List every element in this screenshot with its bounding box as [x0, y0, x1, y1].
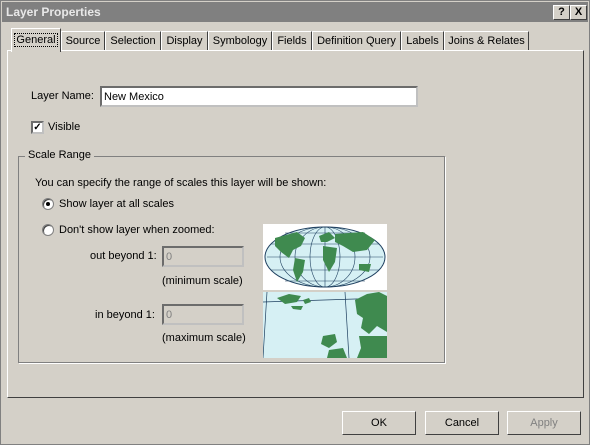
tab-joins-relates[interactable]: Joins & Relates [444, 31, 529, 51]
visible-label: Visible [48, 121, 81, 133]
tab-definition-query[interactable]: Definition Query [312, 31, 401, 51]
tab-labels[interactable]: Labels [401, 31, 444, 51]
tab-display[interactable]: Display [161, 31, 208, 51]
maximum-scale-input[interactable] [162, 304, 244, 325]
zoomed-coast-map-icon [263, 292, 387, 358]
in-beyond-label: in beyond 1: [95, 309, 155, 321]
minimum-scale-input[interactable] [162, 246, 244, 267]
ok-button[interactable]: OK [342, 411, 416, 435]
visible-checkbox[interactable]: ✓ [31, 121, 44, 134]
scale-range-description: You can specify the range of scales this… [35, 177, 327, 189]
tab-selection[interactable]: Selection [105, 31, 161, 51]
layer-name-input[interactable] [100, 86, 418, 107]
help-button[interactable]: ? [553, 5, 570, 20]
world-map-icon [263, 224, 387, 290]
tab-symbology[interactable]: Symbology [208, 31, 272, 51]
general-tab-panel: Layer Name: ✓ Visible Scale Range You ca… [7, 50, 584, 398]
window-title: Layer Properties [6, 5, 101, 19]
layer-name-label: Layer Name: [31, 90, 94, 102]
tab-source[interactable]: Source [61, 31, 105, 51]
scale-range-title: Scale Range [25, 149, 94, 161]
cancel-button[interactable]: Cancel [425, 411, 499, 435]
show-all-scales-radio[interactable] [42, 198, 54, 210]
minimum-scale-note: (minimum scale) [162, 275, 243, 287]
out-beyond-label: out beyond 1: [90, 250, 157, 262]
dont-show-zoomed-label: Don't show layer when zoomed: [59, 224, 215, 236]
show-all-scales-label: Show layer at all scales [59, 198, 174, 210]
apply-button[interactable]: Apply [507, 411, 581, 435]
radio-selected-dot [46, 202, 50, 206]
title-bar: Layer Properties ? X [2, 2, 588, 22]
dont-show-zoomed-radio[interactable] [42, 224, 54, 236]
tab-general[interactable]: General [11, 28, 61, 52]
scale-range-group: Scale Range You can specify the range of… [18, 149, 445, 363]
maximum-scale-note: (maximum scale) [162, 332, 246, 344]
close-button[interactable]: X [570, 5, 587, 20]
tab-fields[interactable]: Fields [272, 31, 312, 51]
